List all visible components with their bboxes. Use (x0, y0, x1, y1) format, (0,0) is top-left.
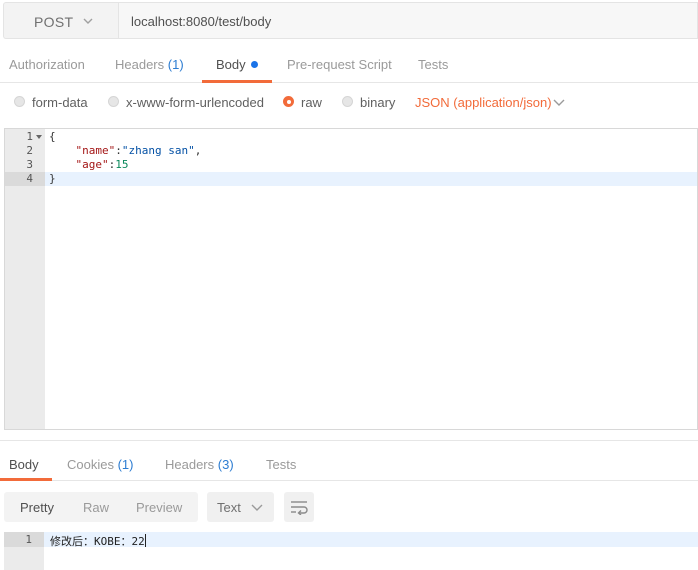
response-tabs: Body Cookies (1) Headers (3) Tests (0, 441, 698, 481)
tab-body[interactable]: Body (216, 57, 258, 72)
method-label: POST (34, 14, 74, 30)
active-tab-indicator (0, 478, 52, 481)
line-number: 1 (25, 533, 32, 546)
format-dropdown[interactable]: Text (207, 492, 274, 522)
response-tab-tests[interactable]: Tests (266, 457, 296, 472)
code-line: "name":"zhang san", (75, 144, 202, 157)
line-number: 4 (26, 172, 33, 185)
active-tab-indicator (202, 80, 272, 83)
view-raw-button[interactable]: Raw (83, 500, 109, 515)
wrap-lines-button[interactable] (284, 492, 314, 522)
url-input[interactable]: localhost:8080/test/body (118, 2, 698, 39)
chevron-down-icon[interactable] (553, 98, 565, 108)
tab-count: (1) (167, 57, 184, 72)
line-number: 1 (26, 130, 33, 143)
fold-arrow-icon[interactable] (36, 135, 42, 139)
format-label: Text (217, 500, 241, 515)
url-bar: POST localhost:8080/test/body (0, 0, 698, 41)
radio-label: binary (360, 95, 396, 110)
response-text: 修改后：KOBE：22 (50, 534, 146, 548)
code-line: "age":15 (75, 158, 129, 171)
method-dropdown[interactable]: POST (3, 2, 118, 39)
request-tabs: Authorization Headers (1) Body Pre-reque… (0, 45, 698, 83)
radio-off-icon (108, 96, 119, 107)
response-tab-headers[interactable]: Headers (3) (165, 457, 234, 472)
radio-off-icon (14, 96, 25, 107)
radio-label: x-www-form-urlencoded (126, 95, 264, 110)
view-preview-button[interactable]: Preview (136, 500, 182, 515)
request-body-editor[interactable]: 1 2 3 4 { "name":"zhang san", "age":15 } (4, 128, 698, 430)
view-pretty-button[interactable]: Pretty (20, 500, 54, 515)
line-number: 2 (26, 144, 33, 157)
radio-label: form-data (32, 95, 88, 110)
wrap-lines-icon (291, 501, 308, 515)
tab-label: Body (216, 57, 246, 72)
tab-label: Body (9, 457, 39, 472)
response-tab-body[interactable]: Body (9, 457, 39, 472)
tab-label: Headers (115, 57, 165, 72)
response-toolbar: Pretty Raw Preview Text (0, 486, 698, 526)
tab-count: (3) (217, 457, 234, 472)
radio-on-icon (283, 96, 294, 107)
tab-authorization[interactable]: Authorization (9, 57, 85, 72)
line-number: 3 (26, 158, 33, 171)
response-body-viewer[interactable]: 1 修改后：KOBE：22 (4, 532, 698, 570)
tab-label: Cookies (67, 457, 114, 472)
url-text: localhost:8080/test/body (131, 14, 272, 29)
tab-count: (1) (117, 457, 134, 472)
tab-tests[interactable]: Tests (418, 57, 448, 72)
tab-label: Tests (266, 457, 297, 472)
chevron-down-icon (83, 18, 93, 24)
tab-label: Authorization (9, 57, 85, 72)
tab-label: Headers (165, 457, 215, 472)
radio-label: raw (301, 95, 322, 110)
tab-headers[interactable]: Headers (1) (115, 57, 184, 72)
tab-pre-request-script[interactable]: Pre-request Script (287, 57, 392, 72)
code-line: } (49, 172, 56, 185)
body-type-row: form-data x-www-form-urlencoded raw bina… (0, 84, 698, 124)
text-caret (144, 534, 146, 547)
content-type-dropdown[interactable]: JSON (application/json) (415, 95, 552, 110)
response-tab-cookies[interactable]: Cookies (1) (67, 457, 133, 472)
unsaved-dot-icon (250, 61, 258, 68)
radio-off-icon (342, 96, 353, 107)
code-line: { (49, 130, 56, 143)
view-mode-group: Pretty Raw Preview (4, 492, 198, 522)
tab-label: Pre-request Script (287, 57, 392, 72)
active-line-highlight (5, 172, 697, 186)
chevron-down-icon (251, 504, 263, 511)
tab-label: Tests (418, 57, 449, 72)
